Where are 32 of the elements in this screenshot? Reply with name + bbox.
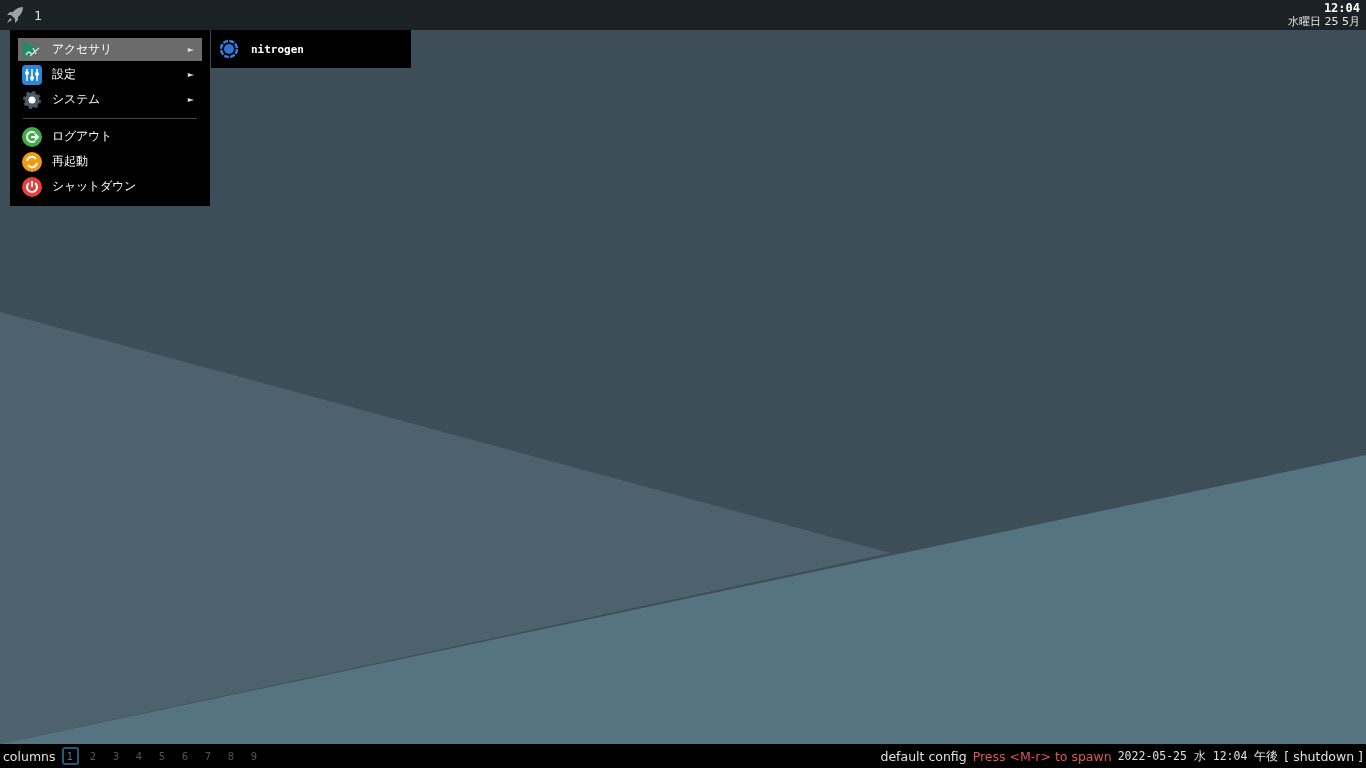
workspace-tag[interactable]: 1	[61, 747, 79, 765]
sliders-icon	[22, 64, 42, 85]
workspace-tag[interactable]: 7	[199, 747, 217, 765]
workspace-tag[interactable]: 3	[107, 747, 125, 765]
logout-icon	[22, 126, 42, 147]
workspace-number: 1	[34, 7, 43, 23]
menu-item[interactable]: シャットダウン	[18, 175, 202, 198]
workspace-tag[interactable]: 4	[130, 747, 148, 765]
workspace-tag[interactable]: 5	[153, 747, 171, 765]
gear-icon	[22, 89, 42, 110]
spawn-hint: Press <M-r> to spawn	[972, 748, 1112, 764]
date-time: 2022-05-25 水 12:04 午後	[1117, 748, 1279, 764]
workspace-tag[interactable]: 6	[176, 747, 194, 765]
clock-date: 水曜日 25 5月	[1288, 15, 1360, 29]
menu-item[interactable]: 再起動	[18, 150, 202, 173]
paint-tools-icon	[22, 39, 42, 60]
power-icon	[22, 176, 42, 197]
rocket-icon[interactable]	[6, 6, 24, 24]
menu-item[interactable]: nitrogen	[251, 42, 304, 56]
workspace-tag[interactable]: 2	[84, 747, 102, 765]
workspace-tag[interactable]: 9	[245, 747, 263, 765]
layout-name: columns	[3, 748, 56, 764]
shutdown-widget[interactable]: [ shutdown ]	[1284, 748, 1363, 764]
clock-time: 12:04	[1323, 1, 1360, 15]
menu-item[interactable]: 設定 ►	[18, 63, 202, 86]
config-name: default config	[880, 748, 967, 764]
menu-item[interactable]: アクセサリ ►	[18, 38, 202, 61]
workspace-tag[interactable]: 8	[222, 747, 240, 765]
menu-item[interactable]: システム ►	[18, 88, 202, 111]
nitrogen-icon	[219, 39, 239, 59]
refresh-icon	[22, 151, 42, 172]
menu-item[interactable]: ログアウト	[18, 125, 202, 148]
